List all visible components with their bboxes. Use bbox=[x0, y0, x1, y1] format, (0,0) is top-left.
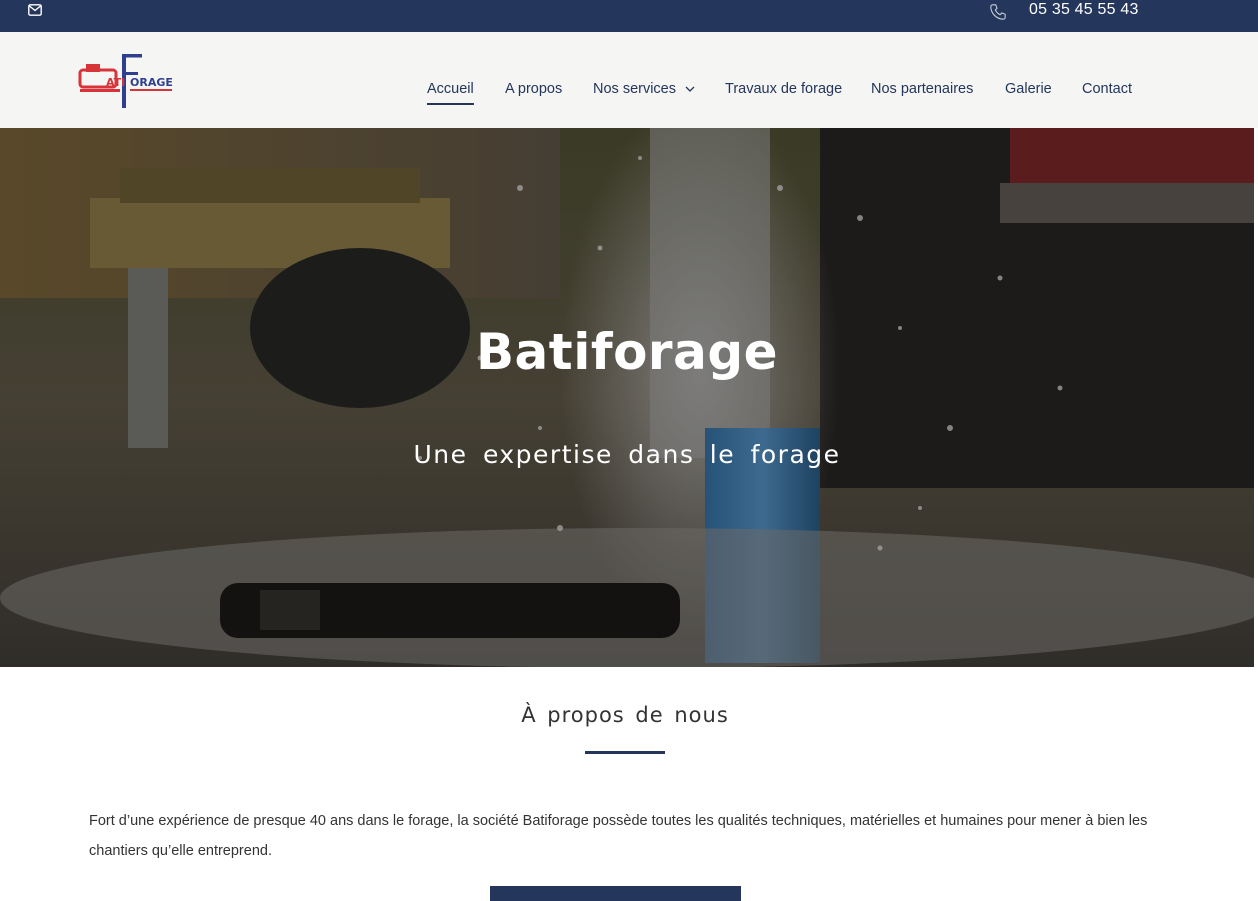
nav-nos-services[interactable]: Nos services bbox=[593, 81, 695, 97]
main-nav: Accueil A propos Nos services Travaux de… bbox=[0, 81, 1258, 105]
hero-background-image bbox=[0, 128, 1254, 667]
nav-nos-partenaires[interactable]: Nos partenaires bbox=[871, 81, 973, 97]
about-title: À propos de nous bbox=[521, 703, 729, 727]
chevron-down-icon bbox=[685, 86, 695, 93]
hero-banner: Batiforage Une expertise dans le forage bbox=[0, 128, 1254, 667]
phone-number[interactable]: 05 35 45 55 43 bbox=[1029, 1, 1139, 19]
nav-travaux-de-forage[interactable]: Travaux de forage bbox=[725, 81, 842, 97]
nav-a-propos[interactable]: A propos bbox=[505, 81, 562, 97]
nav-nos-services-label: Nos services bbox=[593, 81, 676, 97]
phone-icon bbox=[990, 4, 1006, 20]
about-cta-button[interactable] bbox=[490, 886, 741, 901]
mail-icon[interactable] bbox=[28, 4, 42, 16]
nav-galerie[interactable]: Galerie bbox=[1005, 81, 1052, 97]
hero-title: Batiforage bbox=[475, 323, 779, 381]
nav-accueil[interactable]: Accueil bbox=[427, 81, 474, 105]
hero-subtitle: Une expertise dans le forage bbox=[413, 440, 841, 469]
about-divider bbox=[585, 751, 665, 754]
top-bar: 05 35 45 55 43 bbox=[0, 0, 1258, 32]
about-text: Fort d’une expérience de presque 40 ans … bbox=[89, 813, 1148, 859]
site-header: ATI ORAGE Accueil A propos Nos services … bbox=[0, 32, 1258, 128]
nav-contact[interactable]: Contact bbox=[1082, 81, 1132, 97]
